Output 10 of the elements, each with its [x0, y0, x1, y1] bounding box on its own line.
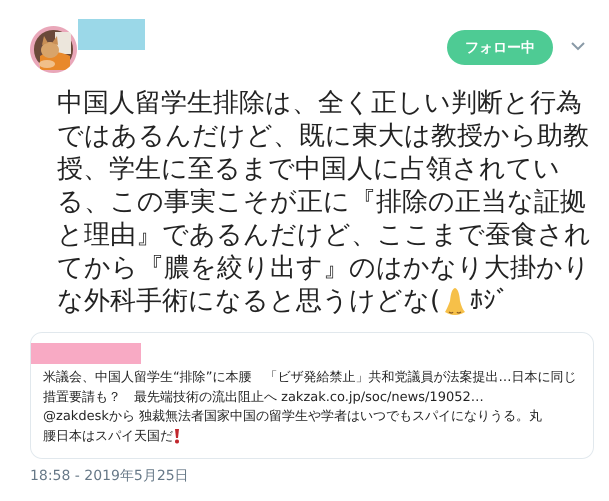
- link-card[interactable]: 米議会、中国人留学生“排除”に本腰 「ビザ発給禁止」共和党議員が法案提出…日本に同じ措置要請も？ 最先端技術の流出阻止へ zakzak.co.jp/soc/news/19052… @zakdeskから 独裁無法者国家中国の留学生や学者はいつでもスパイになりうる。丸 腰日本はスパイ天国だ: [30, 332, 594, 459]
- chevron-down-icon[interactable]: [571, 41, 585, 51]
- tweet-text: ﾎｼﾞ: [470, 285, 510, 318]
- exclamation-icon: [173, 428, 181, 444]
- tweet-text: な外科手術になると思うけどな(: [57, 285, 440, 318]
- tweet-text: 中国人留学生排除は、全く正しい判断と行為ではあるんだけど、既に東大は教授から助教授、学生に至るまで中国人に占領されている、この事実こそが正に『排除の正当な証拠と理由』であるんだけど、ここまで蚕食されてから『膿を絞り出す』のはかなり大掛かり: [57, 87, 592, 285]
- card-text: 腰日本はスパイ天国だ: [43, 428, 173, 446]
- redaction-block: [78, 19, 145, 50]
- timestamp: 18:58 - 2019年5月25日: [30, 467, 190, 485]
- card-text: 米議会、中国人留学生“排除”に本腰 「ビザ発給禁止」共和党議員が法案提出…日本に同じ措置要請も？ 最先端技術の流出阻止へ zakzak.co.jp/soc/news/19052… @zakdeskから 独裁無法者国家中国の留学生や学者はいつでもスパイになりうる。丸: [43, 369, 578, 426]
